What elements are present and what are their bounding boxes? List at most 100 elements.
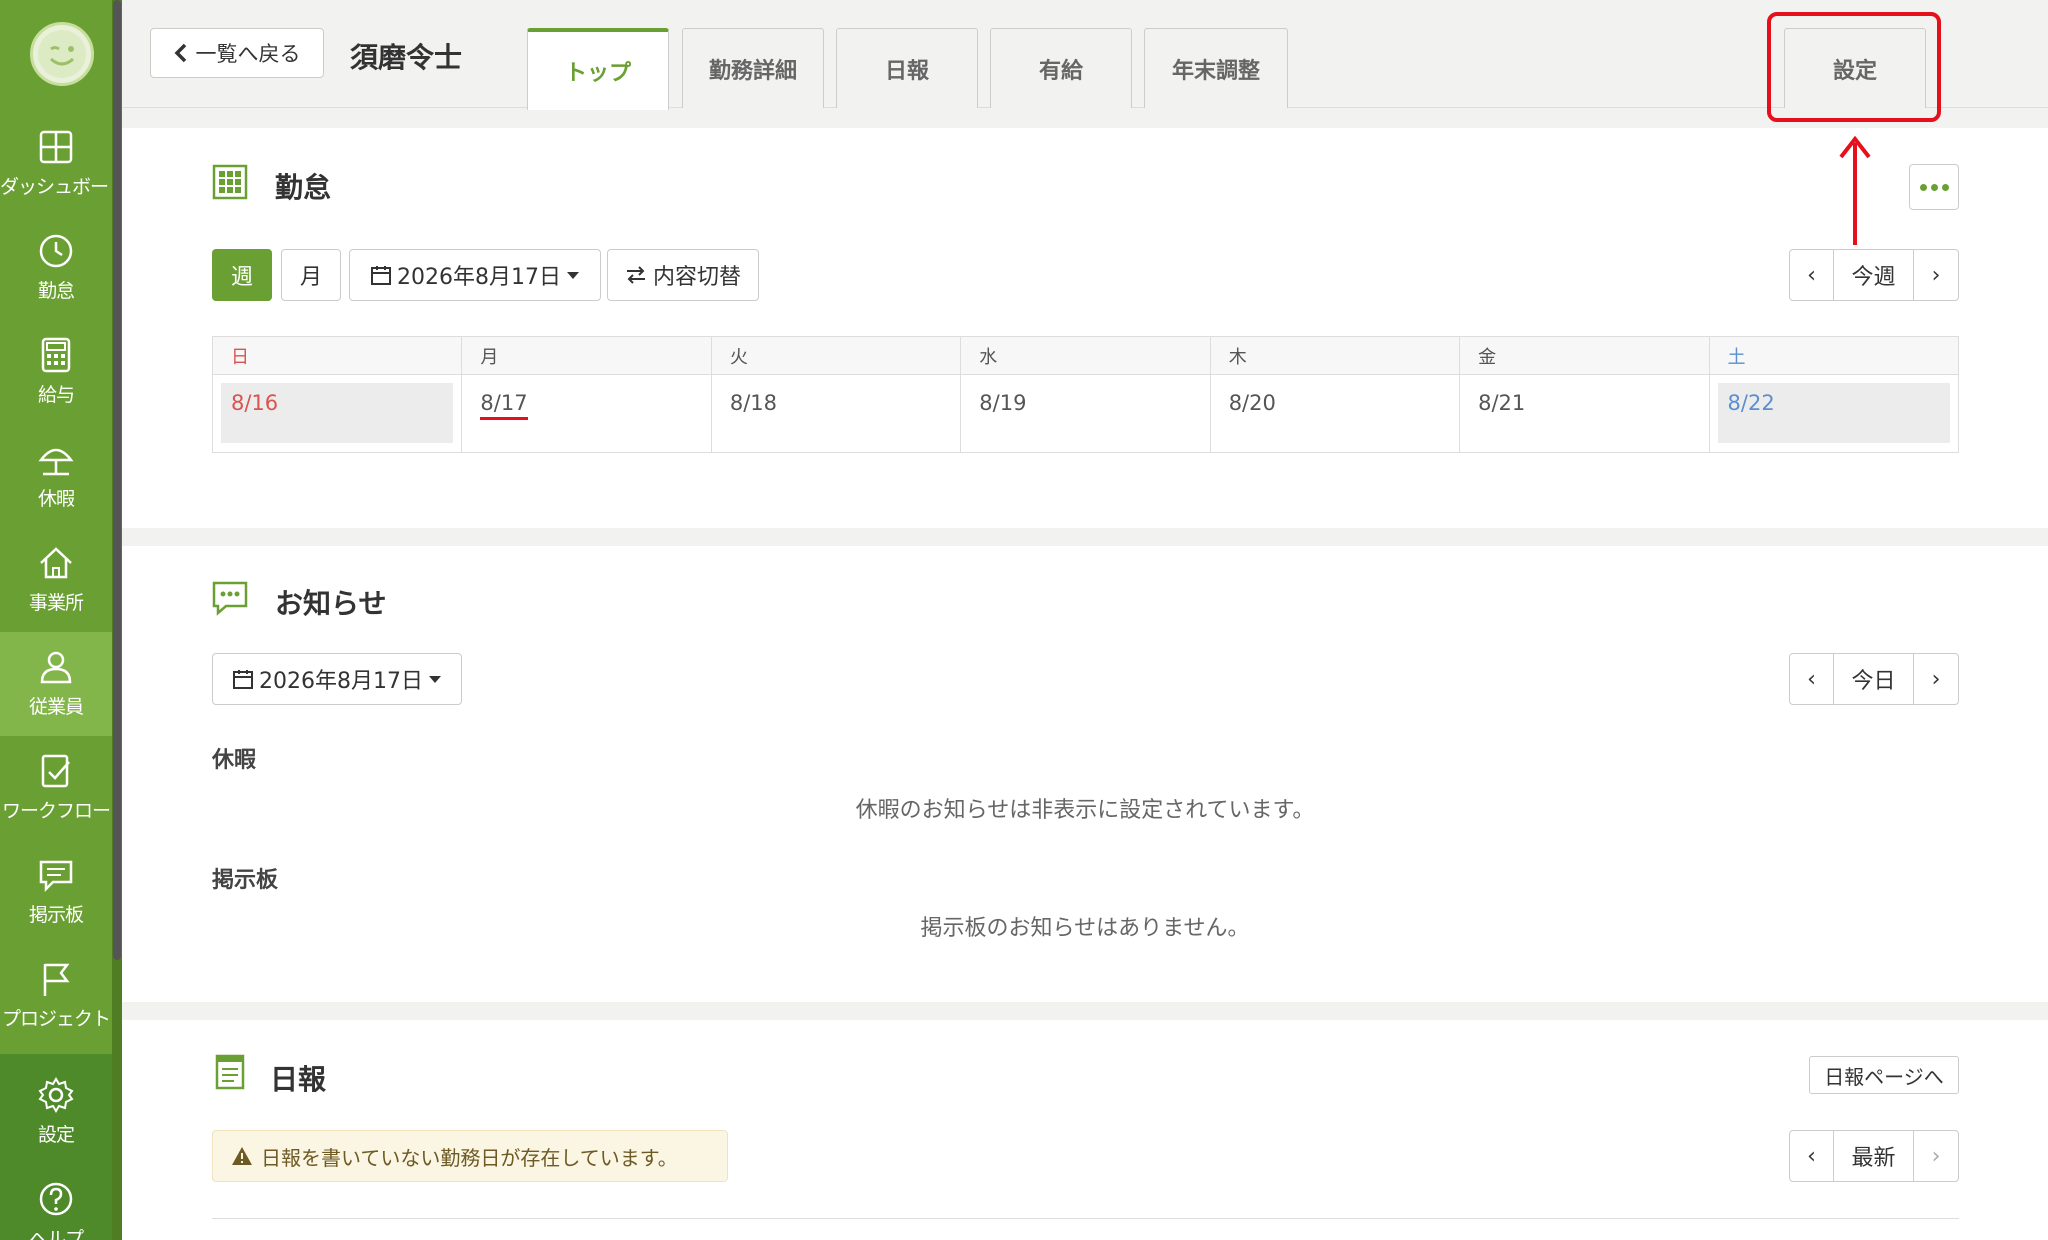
umbrella-icon xyxy=(38,448,74,476)
daily-report-title: 日報 xyxy=(270,1063,327,1096)
smiley-logo-icon xyxy=(38,30,86,78)
calendar-icon xyxy=(371,266,391,285)
today-button[interactable]: 今日 xyxy=(1834,654,1914,704)
this-week-button[interactable]: 今週 xyxy=(1834,250,1914,300)
person-icon xyxy=(40,651,72,684)
sidebar-item-label: 勤怠 xyxy=(37,280,75,302)
grid-icon xyxy=(212,164,248,200)
month-view-button[interactable]: 月 xyxy=(281,249,341,301)
gear-icon xyxy=(38,1077,74,1113)
more-options-button[interactable] xyxy=(1909,164,1959,210)
home-icon xyxy=(40,547,72,579)
day-pager: ‹ 今日 › xyxy=(1789,653,1959,705)
calendar-day-cell[interactable]: 8/19 xyxy=(960,374,1211,453)
week-view-button[interactable]: 週 xyxy=(212,249,272,301)
attendance-panel: 勤怠 週 月 2026年8月17日 内容切替 ‹ 今週 › 日 月 火 水 木 … xyxy=(122,128,2048,528)
leave-heading: 休暇 xyxy=(212,748,257,773)
sidebar-item-dashboard[interactable]: ダッシュボード xyxy=(0,112,127,216)
dot-icon xyxy=(1941,183,1949,191)
prev-day-button[interactable]: ‹ xyxy=(1790,654,1834,704)
date-label: 2026年8月17日 xyxy=(259,669,423,694)
sidebar-item-settings[interactable]: 設定 xyxy=(0,1060,112,1164)
caret-down-icon xyxy=(566,271,579,279)
day-date: 8/22 xyxy=(1717,383,1950,443)
sidebar-item-employees[interactable]: 従業員 xyxy=(0,632,112,736)
notices-date-picker-button[interactable]: 2026年8月17日 xyxy=(212,653,462,705)
sidebar-item-workflow[interactable]: ワークフロー xyxy=(0,736,112,840)
prev-report-button[interactable]: ‹ xyxy=(1790,1131,1834,1181)
prev-week-button[interactable]: ‹ xyxy=(1790,250,1834,300)
calendar-day-cell[interactable]: 8/16 xyxy=(211,374,463,453)
calendar-day-cell[interactable]: 8/22 xyxy=(1708,374,1960,453)
sidebar-item-help[interactable]: ヘルプ xyxy=(0,1164,112,1240)
sidebar-item-label: 休暇 xyxy=(37,488,75,510)
tab-top[interactable]: トップ xyxy=(527,28,669,110)
calendar-day-cell[interactable]: 8/18 xyxy=(710,374,962,453)
attendance-title: 勤怠 xyxy=(275,171,332,204)
sidebar-item-label: 従業員 xyxy=(28,696,84,718)
day-date: 8/20 xyxy=(1228,391,1276,415)
back-label: 一覧へ戻る xyxy=(195,42,301,66)
weekday-header: 土 xyxy=(1708,336,1960,375)
speech-bubble-icon xyxy=(212,581,248,616)
employee-header: 一覧へ戻る 須磨令士 トップ 勤務詳細 日報 有給 年末調整 設定 xyxy=(122,0,2048,110)
chevron-left-icon xyxy=(174,43,186,63)
calendar-day-cell[interactable]: 8/21 xyxy=(1459,374,1710,453)
dashboard-icon xyxy=(39,130,73,164)
sidebar-item-attendance[interactable]: 勤怠 xyxy=(0,216,112,320)
weekday-header: 月 xyxy=(461,336,712,375)
sidebar-item-payroll[interactable]: 給与 xyxy=(0,320,112,424)
day-date: 8/18 xyxy=(729,391,778,415)
missing-report-warning: 日報を書いていない勤務日が存在しています。 xyxy=(212,1130,728,1182)
day-date: 8/21 xyxy=(1478,391,1526,415)
day-date: 8/19 xyxy=(979,391,1027,415)
sidebar-item-board[interactable]: 掲示板 xyxy=(0,840,112,944)
clock-icon xyxy=(39,234,73,268)
next-report-button[interactable]: › xyxy=(1914,1131,1958,1181)
sidebar-item-office[interactable]: 事業所 xyxy=(0,528,112,632)
dot-icon xyxy=(1919,183,1927,191)
calendar-day-cell[interactable]: 8/17 xyxy=(461,374,712,453)
sidebar-item-label: ヘルプ xyxy=(28,1228,84,1240)
back-to-list-button[interactable]: 一覧へ戻る xyxy=(150,28,324,78)
notices-panel: お知らせ 2026年8月17日 ‹ 今日 › 休暇 休暇のお知らせは非表示に設定… xyxy=(122,546,2048,1002)
toggle-label: 内容切替 xyxy=(652,265,741,290)
employee-name: 須磨令士 xyxy=(350,41,463,74)
logo[interactable] xyxy=(30,22,94,86)
checklist-icon xyxy=(41,754,70,788)
swap-arrows-icon xyxy=(626,266,645,284)
sidebar-item-label: 設定 xyxy=(37,1124,75,1146)
tab-paid-leave[interactable]: 有給 xyxy=(990,28,1132,108)
weekday-header: 水 xyxy=(960,336,1211,375)
date-picker-button[interactable]: 2026年8月17日 xyxy=(349,249,601,301)
sidebar-item-leave[interactable]: 休暇 xyxy=(0,424,112,528)
calculator-icon xyxy=(41,337,71,373)
weekday-header: 木 xyxy=(1209,336,1461,375)
week-pager: ‹ 今週 › xyxy=(1789,249,1959,301)
caret-down-icon xyxy=(428,675,441,683)
next-day-button[interactable]: › xyxy=(1914,654,1958,704)
calendar-day-cell[interactable]: 8/20 xyxy=(1209,374,1461,453)
sidebar-scrollbar[interactable] xyxy=(112,0,122,1240)
sidebar-item-label: プロジェクト xyxy=(1,1008,111,1030)
week-calendar: 日 月 火 水 木 金 土 8/16 8/17 8/18 8/19 8/20 8… xyxy=(211,336,1960,453)
daily-report-page-link[interactable]: 日報ページへ xyxy=(1809,1056,1959,1094)
next-week-button[interactable]: › xyxy=(1914,250,1958,300)
sidebar-item-label: 掲示板 xyxy=(28,904,84,926)
sidebar-scroll-thumb[interactable] xyxy=(113,0,121,960)
tab-daily-report[interactable]: 日報 xyxy=(836,28,978,108)
board-message: 掲示板のお知らせはありません。 xyxy=(920,916,1250,941)
date-label: 2026年8月17日 xyxy=(397,265,561,290)
toggle-content-button[interactable]: 内容切替 xyxy=(607,249,759,301)
help-icon xyxy=(39,1182,73,1216)
notices-title: お知らせ xyxy=(275,587,387,620)
sidebar: ダッシュボード 勤怠 給与 休暇 事業所 従業員 ワークフロー 掲示板 プロジェ… xyxy=(0,0,127,1240)
calendar-icon xyxy=(233,670,253,689)
tab-work-detail[interactable]: 勤務詳細 xyxy=(682,28,824,108)
settings-highlight-box xyxy=(1767,12,1941,122)
latest-report-button[interactable]: 最新 xyxy=(1834,1131,1914,1181)
tab-year-end[interactable]: 年末調整 xyxy=(1144,28,1288,108)
flag-icon xyxy=(43,963,70,996)
sidebar-item-project[interactable]: プロジェクト xyxy=(0,944,112,1048)
arrow-up-icon xyxy=(1839,135,1871,245)
